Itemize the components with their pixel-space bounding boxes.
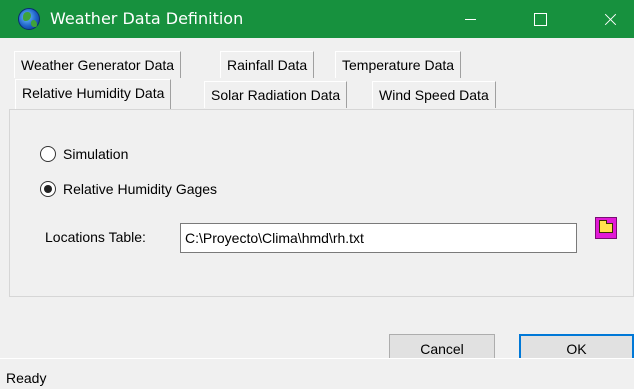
globe-icon [18,8,40,30]
gages-radio[interactable] [40,181,56,197]
tab-panel: Simulation Relative Humidity Gages Locat… [9,109,634,297]
tab-rainfall-data[interactable]: Rainfall Data [220,51,315,78]
gages-label: Relative Humidity Gages [63,181,218,197]
tab-wind-speed-data[interactable]: Wind Speed Data [372,81,496,108]
simulation-option[interactable]: Simulation [40,146,128,162]
locations-table-label: Locations Table: [45,229,146,245]
gages-option[interactable]: Relative Humidity Gages [40,181,217,197]
status-bar: Ready [0,358,634,389]
tab-weather-generator-data[interactable]: Weather Generator Data [14,51,182,78]
title-bar: Weather Data Definition [0,0,634,38]
status-text: Ready [6,370,47,386]
simulation-label: Simulation [63,146,129,162]
tab-relative-humidity-data[interactable]: Relative Humidity Data [15,79,172,109]
maximize-button[interactable] [516,0,564,38]
simulation-radio[interactable] [40,146,56,162]
folder-icon [599,220,613,233]
tab-solar-radiation-data[interactable]: Solar Radiation Data [204,81,348,108]
close-button[interactable] [586,0,634,38]
window-title: Weather Data Definition [50,9,244,28]
minimize-button[interactable] [446,0,494,38]
locations-table-input[interactable]: C:\Proyecto\Clima\hmd\rh.txt [180,223,577,253]
tab-temperature-data[interactable]: Temperature Data [335,51,462,78]
browse-button[interactable] [595,217,617,239]
